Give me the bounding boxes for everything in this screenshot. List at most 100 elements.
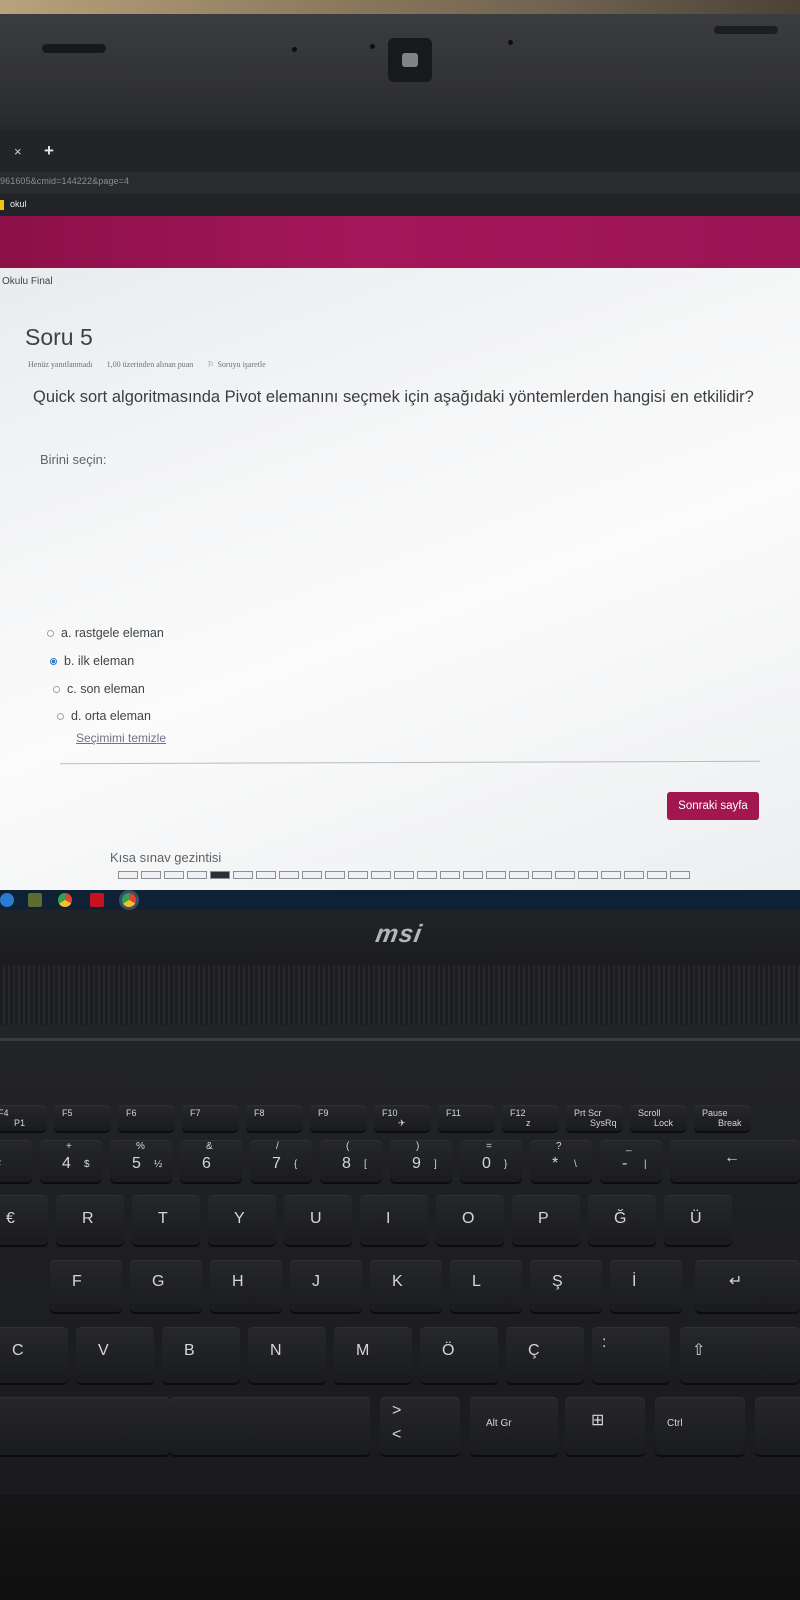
key-8[interactable]: (8 [ [320,1140,382,1182]
key-enter[interactable]: ↵ [695,1260,800,1312]
key-angle-brackets[interactable]: > < [380,1397,460,1455]
nav-question-2[interactable] [141,871,161,879]
key-f9[interactable]: F9 [310,1105,366,1131]
radio-option-d[interactable] [57,712,64,720]
nav-question-11[interactable] [348,871,368,879]
file-explorer-icon[interactable] [28,893,42,907]
key--[interactable]: _ - | [600,1140,662,1182]
key-k[interactable]: K [370,1260,442,1312]
nav-question-17[interactable] [486,871,506,879]
radio-option-c[interactable] [53,685,60,693]
key-€[interactable]: € [0,1195,48,1245]
key-5[interactable]: % 5 ½ [110,1140,172,1182]
nav-question-23[interactable] [624,871,644,879]
nav-question-13[interactable] [394,871,414,879]
key-f6[interactable]: F6 [118,1105,174,1131]
nav-question-1[interactable] [118,871,138,879]
key-space-left[interactable] [0,1397,170,1455]
option-a[interactable]: a. rastgele eleman [47,626,164,640]
key-g[interactable]: G [130,1260,202,1312]
key-c[interactable]: C [0,1327,68,1383]
key-space[interactable] [170,1397,370,1455]
chrome-active-icon[interactable] [122,893,136,907]
key-p[interactable]: P [512,1195,580,1245]
nav-question-25[interactable] [670,871,690,879]
key-v[interactable]: V [76,1327,154,1383]
key-7[interactable]: / 7 { [250,1140,312,1182]
key-ö[interactable]: Ö [420,1327,498,1383]
key-ç[interactable]: Ç [506,1327,584,1383]
nav-question-4[interactable] [187,871,207,879]
key-backspace[interactable]: ← [670,1140,800,1182]
key-h[interactable]: H [210,1260,282,1312]
key-ş[interactable]: Ş [530,1260,602,1312]
key-l[interactable]: L [450,1260,522,1312]
key-f11[interactable]: F11 [438,1105,494,1131]
key-prt-scr[interactable]: Prt Scr SysRq [566,1105,622,1131]
key-6[interactable]: & 6 [180,1140,242,1182]
key-pause[interactable]: Pause Break [694,1105,750,1131]
netflix-icon[interactable] [90,893,104,907]
key-arrow[interactable] [755,1397,800,1455]
address-bar[interactable]: 961605&cmid=144222&page=4 [0,172,800,194]
key-f4[interactable]: F4 P1 [0,1105,46,1131]
key-f10[interactable]: F10 ✈ [374,1105,430,1131]
option-d[interactable]: d. orta eleman [57,709,151,723]
close-tab-icon[interactable]: × [14,144,22,159]
key-scroll[interactable]: Scroll Lock [630,1105,686,1131]
nav-question-5[interactable] [210,871,230,879]
key-windows[interactable]: ⊞ [565,1397,645,1455]
bookmark-okul[interactable]: okul [10,199,27,209]
key-alt-gr[interactable]: Alt Gr [470,1397,558,1455]
key-right-shift[interactable]: ⇧ [680,1327,800,1383]
key-n[interactable]: N [248,1327,326,1383]
nav-question-9[interactable] [302,871,322,879]
nav-question-24[interactable] [647,871,667,879]
key-9[interactable]: ) 9] [390,1140,452,1182]
key-f7[interactable]: F7 [182,1105,238,1131]
option-b[interactable]: b. ilk eleman [50,654,134,668]
key-r[interactable]: R [56,1195,124,1245]
radio-option-b[interactable] [50,657,57,665]
key-f8[interactable]: F8 [246,1105,302,1131]
key-0[interactable]: = 0} [460,1140,522,1182]
nav-question-19[interactable] [532,871,552,879]
key-f[interactable]: F [50,1260,122,1312]
nav-question-12[interactable] [371,871,391,879]
nav-question-21[interactable] [578,871,598,879]
key-ğ[interactable]: Ğ [588,1195,656,1245]
key-i[interactable]: I [360,1195,428,1245]
nav-question-18[interactable] [509,871,529,879]
key-f12[interactable]: F12 z [502,1105,558,1131]
key-i̇[interactable]: İ [610,1260,682,1312]
clear-choice-link[interactable]: Seçimimi temizle [76,731,166,745]
new-tab-icon[interactable]: + [44,141,54,161]
key-o[interactable]: O [436,1195,504,1245]
nav-question-22[interactable] [601,871,621,879]
key-m[interactable]: M [334,1327,412,1383]
key-#[interactable]: # [0,1140,32,1182]
nav-question-15[interactable] [440,871,460,879]
key-4[interactable]: +4 $ [40,1140,102,1182]
key-colon[interactable]: : [592,1327,670,1383]
option-c[interactable]: c. son eleman [53,682,145,696]
nav-question-8[interactable] [279,871,299,879]
key-j[interactable]: J [290,1260,362,1312]
edge-icon[interactable] [0,893,14,907]
key-*[interactable]: ? * \ [530,1140,592,1182]
nav-question-6[interactable] [233,871,253,879]
key-t[interactable]: T [132,1195,200,1245]
flag-question-link[interactable]: ⚐ Soruyu işaretle [207,360,265,369]
key-right-ctrl[interactable]: Ctrl [655,1397,745,1455]
next-page-button[interactable]: Sonraki sayfa [667,792,759,820]
key-u[interactable]: U [284,1195,352,1245]
key-b[interactable]: B [162,1327,240,1383]
nav-question-7[interactable] [256,871,276,879]
radio-option-a[interactable] [47,629,54,637]
key-f5[interactable]: F5 [54,1105,110,1131]
nav-question-3[interactable] [164,871,184,879]
nav-question-10[interactable] [325,871,345,879]
chrome-icon[interactable] [58,893,72,907]
nav-question-20[interactable] [555,871,575,879]
key-ü[interactable]: Ü [664,1195,732,1245]
